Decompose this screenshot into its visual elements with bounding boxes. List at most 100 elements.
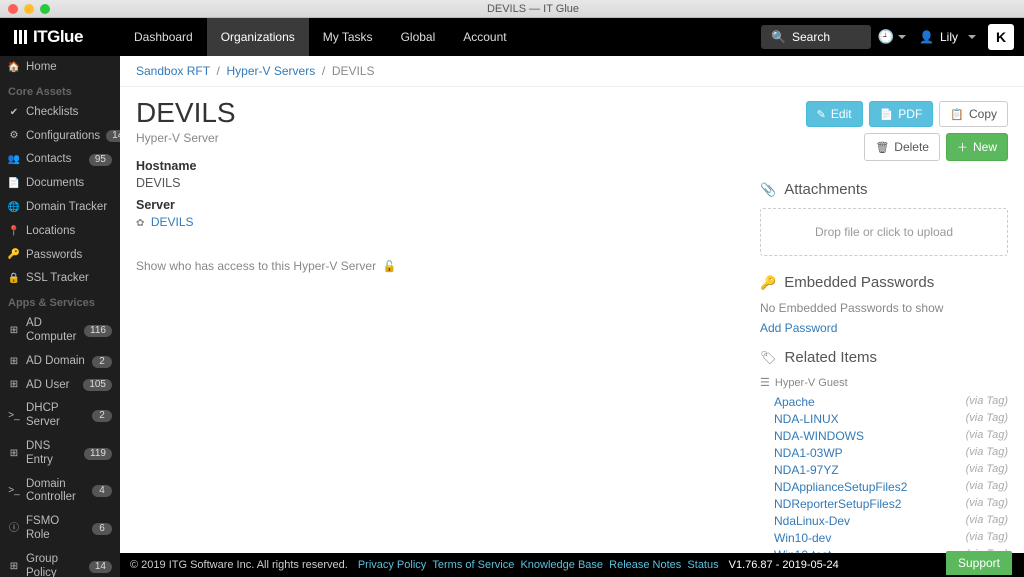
sidebar-section-apps: Apps & Services [0, 291, 120, 312]
related-item-link[interactable]: NDA1-03WP [774, 446, 843, 460]
file-icon: 📄 [880, 108, 894, 121]
sidebar-item-dns-entry[interactable]: ⊞DNS Entry119 [0, 435, 120, 473]
hostname-value: DEVILS [136, 176, 728, 190]
footer-link[interactable]: Knowledge Base [520, 559, 603, 571]
related-item-link[interactable]: NDReporterSetupFiles2 [774, 497, 901, 511]
search-button[interactable]: 🔍 Search [761, 25, 871, 49]
sidebar-item-ad-domain[interactable]: ⊞AD Domain2 [0, 350, 120, 374]
mac-titlebar: DEVILS — IT Glue [0, 0, 1024, 18]
close-icon[interactable] [8, 4, 18, 14]
sidebar-item-group-policy[interactable]: ⊞Group Policy14 [0, 548, 120, 577]
nav-tab-global[interactable]: Global [387, 18, 450, 56]
paperclip-icon: 📎 [760, 182, 776, 198]
server-link[interactable]: DEVILS [151, 215, 194, 229]
copy-icon: 📋 [950, 108, 964, 121]
related-item-link[interactable]: NdaLinux-Dev [774, 514, 850, 528]
related-item: NDA-WINDOWS(via Tag) [760, 427, 1008, 444]
pdf-button[interactable]: 📄PDF [869, 101, 934, 127]
sidebar-item-dhcp-server[interactable]: >_DHCP Server2 [0, 397, 120, 435]
action-bar: ✎Edit 📄PDF 📋Copy 🗑Delete ＋New [760, 101, 1008, 161]
related-via: (via Tag) [966, 412, 1008, 426]
clock-icon[interactable]: 🕘 [877, 22, 907, 52]
footer-link[interactable]: Terms of Service [432, 559, 514, 571]
related-via: (via Tag) [966, 463, 1008, 477]
sidebar-item-contacts[interactable]: 👥Contacts95 [0, 148, 120, 172]
related-item: NDApplianceSetupFiles2(via Tag) [760, 478, 1008, 495]
sidebar-item-label: Configurations [26, 130, 100, 144]
footer-link[interactable]: Release Notes [609, 559, 681, 571]
sidebar-item-label: AD User [26, 379, 77, 393]
sidebar-item-label: Domain Tracker [26, 201, 112, 215]
footer-link[interactable]: Status [687, 559, 718, 571]
breadcrumb-current: DEVILS [332, 64, 375, 78]
sidebar-item-domain-tracker[interactable]: 🌐 Domain Tracker [0, 196, 120, 220]
related-item-link[interactable]: NDA-LINUX [774, 412, 839, 426]
maximize-icon[interactable] [40, 4, 50, 14]
related-item-link[interactable]: NDApplianceSetupFiles2 [774, 480, 907, 494]
sidebar-badge: 141 [106, 130, 120, 142]
show-access-link[interactable]: Show who has access to this Hyper-V Serv… [136, 259, 728, 273]
sidebar-badge: 2 [92, 356, 112, 368]
search-icon: 🔍 [771, 30, 786, 44]
related-item-link[interactable]: Win10-dev [774, 531, 831, 545]
sidebar-item-documents[interactable]: 📄Documents [0, 172, 120, 196]
sidebar-icon: 🌐 [8, 202, 20, 214]
nav-tab-dashboard[interactable]: Dashboard [120, 18, 207, 56]
window-title: DEVILS — IT Glue [50, 3, 1016, 15]
hostname-label: Hostname [136, 159, 728, 173]
sidebar-item-configurations[interactable]: ⚙ Configurations 141 [0, 125, 120, 149]
sidebar-item-label: Contacts [26, 153, 83, 167]
trash-icon: 🗑 [875, 141, 889, 154]
sidebar-item-label: Locations [26, 225, 112, 239]
edit-button[interactable]: ✎Edit [806, 101, 863, 127]
minimize-icon[interactable] [24, 4, 34, 14]
sidebar-icon: 📄 [8, 178, 20, 190]
footer-link[interactable]: Privacy Policy [358, 559, 426, 571]
new-button[interactable]: ＋New [946, 133, 1008, 161]
sidebar-item-ad-user[interactable]: ⊞AD User105 [0, 374, 120, 398]
related-item-link[interactable]: NDA-WINDOWS [774, 429, 864, 443]
sidebar-item-label: Group Policy [26, 553, 83, 577]
nav-tab-organizations[interactable]: Organizations [207, 18, 309, 56]
home-icon: 🏠 [8, 62, 20, 74]
footer: © 2019 ITG Software Inc. All rights rese… [120, 553, 1024, 577]
sidebar-icon: 👥 [8, 154, 20, 166]
nav-tab-my-tasks[interactable]: My Tasks [309, 18, 387, 56]
chevron-down-icon [968, 35, 976, 39]
sidebar-badge: 6 [92, 523, 112, 535]
sidebar-icon: ⊞ [8, 325, 20, 337]
sidebar-icon: 🔒 [8, 273, 20, 285]
sidebar-item-home[interactable]: 🏠 Home [0, 56, 120, 80]
embedded-passwords-title: 🔑Embedded Passwords [760, 274, 1008, 291]
sidebar-item-ad-computer[interactable]: ⊞AD Computer116 [0, 312, 120, 350]
k-badge-icon[interactable]: K [988, 24, 1014, 50]
related-item-link[interactable]: NDA1-97YZ [774, 463, 839, 477]
related-item-link[interactable]: Apache [774, 395, 815, 409]
nav-tab-account[interactable]: Account [449, 18, 520, 56]
sidebar-icon: ⊞ [8, 356, 20, 368]
sidebar-item-domain-controller[interactable]: >_Domain Controller4 [0, 473, 120, 511]
sidebar-item-label: SSL Tracker [26, 272, 112, 286]
copyright: © 2019 ITG Software Inc. All rights rese… [130, 559, 348, 571]
sidebar-item-checklists[interactable]: ✔Checklists [0, 101, 120, 125]
add-password-link[interactable]: Add Password [760, 321, 1008, 335]
sidebar-item-ssl-tracker[interactable]: 🔒 SSL Tracker [0, 267, 120, 291]
breadcrumb-link[interactable]: Hyper-V Servers [227, 64, 316, 78]
user-menu[interactable]: 👤 Lily [913, 30, 982, 44]
sidebar-icon: ⚙ [8, 130, 20, 142]
sidebar-icon: ✔ [8, 107, 20, 119]
sidebar-item-fsmo-role[interactable]: ⓘFSMO Role6 [0, 510, 120, 548]
sidebar-item-locations[interactable]: 📍Locations [0, 220, 120, 244]
support-button[interactable]: Support [946, 551, 1012, 575]
delete-button[interactable]: 🗑Delete [864, 133, 940, 161]
attachments-dropzone[interactable]: Drop file or click to upload [760, 208, 1008, 256]
copy-button[interactable]: 📋Copy [939, 101, 1008, 127]
sidebar-icon: 🔑 [8, 249, 20, 261]
sidebar-icon: ⊞ [8, 379, 20, 391]
breadcrumb-link[interactable]: Sandbox RFT [136, 64, 210, 78]
sidebar-badge: 4 [92, 485, 112, 497]
logo[interactable]: ITGlue [0, 27, 120, 47]
related-item: NDReporterSetupFiles2(via Tag) [760, 495, 1008, 512]
sidebar-section-core: Core Assets [0, 80, 120, 101]
sidebar-item-passwords[interactable]: 🔑Passwords [0, 244, 120, 268]
